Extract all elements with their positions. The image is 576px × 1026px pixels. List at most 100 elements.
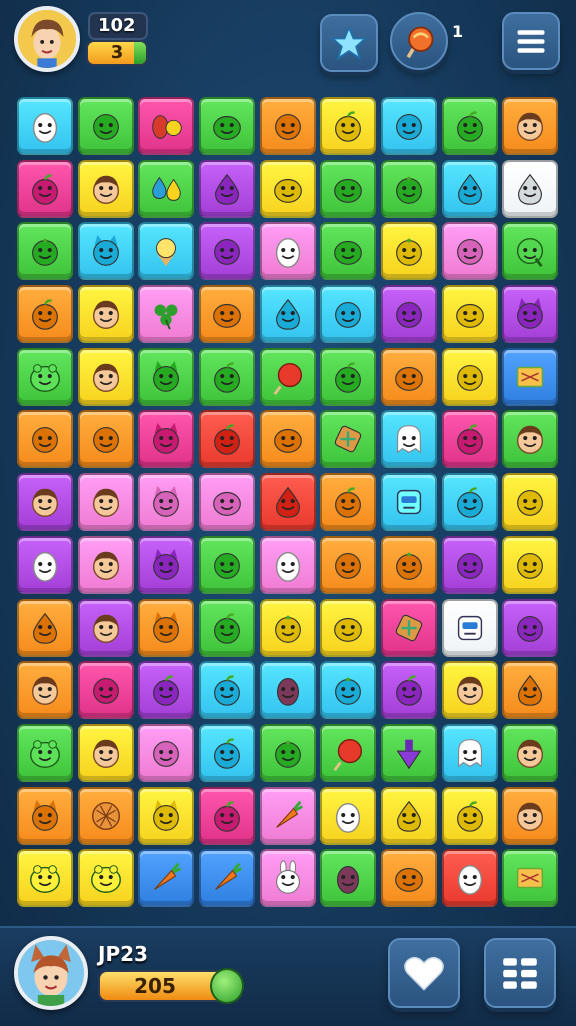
board-tile[interactable] xyxy=(77,347,134,406)
board-tile[interactable] xyxy=(441,598,498,657)
board-tile[interactable] xyxy=(199,849,255,908)
board-tile[interactable] xyxy=(502,347,559,406)
board-tile[interactable] xyxy=(502,285,559,344)
board-tile[interactable] xyxy=(17,473,73,532)
board-tile[interactable] xyxy=(17,723,73,782)
board-tile[interactable] xyxy=(502,786,559,845)
board-tile[interactable] xyxy=(502,598,559,657)
board-tile[interactable] xyxy=(320,222,377,281)
board-tile[interactable] xyxy=(77,786,134,845)
board-tile[interactable] xyxy=(199,410,255,469)
board-tile[interactable] xyxy=(17,285,73,344)
board-tile[interactable] xyxy=(320,786,377,845)
board-tile[interactable] xyxy=(320,473,377,532)
board-tile[interactable] xyxy=(259,535,316,594)
board-tile[interactable] xyxy=(17,535,73,594)
board-tile[interactable] xyxy=(441,410,498,469)
board-tile[interactable] xyxy=(320,849,377,908)
board-tile[interactable] xyxy=(138,347,195,406)
board-tile[interactable] xyxy=(17,598,73,657)
board-tile[interactable] xyxy=(320,598,377,657)
board-tile[interactable] xyxy=(502,97,559,155)
board-tile[interactable] xyxy=(138,410,195,469)
board-tile[interactable] xyxy=(17,849,73,908)
board-tile[interactable] xyxy=(138,598,195,657)
board-tile[interactable] xyxy=(259,347,316,406)
menu-button[interactable] xyxy=(502,12,560,70)
board-tile[interactable] xyxy=(259,849,316,908)
board-tile[interactable] xyxy=(17,347,73,406)
board-tile[interactable] xyxy=(441,159,498,218)
board-tile[interactable] xyxy=(320,159,377,218)
board-tile[interactable] xyxy=(441,849,498,908)
board-tile[interactable] xyxy=(320,347,377,406)
board-tile[interactable] xyxy=(259,661,316,720)
board-tile[interactable] xyxy=(259,222,316,281)
board-tile[interactable] xyxy=(441,786,498,845)
board-tile[interactable] xyxy=(77,473,134,532)
board-tile[interactable] xyxy=(199,786,255,845)
board-tile[interactable] xyxy=(381,347,437,406)
board-tile[interactable] xyxy=(138,97,195,155)
board-tile[interactable] xyxy=(199,661,255,720)
board-tile[interactable] xyxy=(17,786,73,845)
board-tile[interactable] xyxy=(320,535,377,594)
board-tile[interactable] xyxy=(441,97,498,155)
board-tile[interactable] xyxy=(77,410,134,469)
board-tile[interactable] xyxy=(138,849,195,908)
board-tile[interactable] xyxy=(138,222,195,281)
board-tile[interactable] xyxy=(441,661,498,720)
board-tile[interactable] xyxy=(77,661,134,720)
board-tile[interactable] xyxy=(199,723,255,782)
board-tile[interactable] xyxy=(138,786,195,845)
board-tile[interactable] xyxy=(17,410,73,469)
board-tile[interactable] xyxy=(17,661,73,720)
board-tile[interactable] xyxy=(199,159,255,218)
board-tile[interactable] xyxy=(138,473,195,532)
board-tile[interactable] xyxy=(381,159,437,218)
star-button[interactable] xyxy=(320,14,378,72)
board-tile[interactable] xyxy=(199,598,255,657)
board-tile[interactable] xyxy=(381,473,437,532)
player-avatar[interactable] xyxy=(14,6,80,72)
board-tile[interactable] xyxy=(77,598,134,657)
heart-button[interactable] xyxy=(388,938,460,1008)
board-tile[interactable] xyxy=(17,97,73,155)
board-tile[interactable] xyxy=(320,410,377,469)
board-tile[interactable] xyxy=(502,535,559,594)
board-tile[interactable] xyxy=(381,410,437,469)
board-tile[interactable] xyxy=(441,473,498,532)
board-tile[interactable] xyxy=(441,222,498,281)
board-tile[interactable] xyxy=(381,786,437,845)
grid-button[interactable] xyxy=(484,938,556,1008)
board-tile[interactable] xyxy=(138,535,195,594)
board-tile[interactable] xyxy=(77,723,134,782)
board-tile[interactable] xyxy=(77,222,134,281)
board-tile[interactable] xyxy=(138,159,195,218)
board-tile[interactable] xyxy=(441,285,498,344)
board-tile[interactable] xyxy=(320,661,377,720)
board-tile[interactable] xyxy=(259,97,316,155)
board-tile[interactable] xyxy=(259,159,316,218)
board-tile[interactable] xyxy=(17,159,73,218)
board-tile[interactable] xyxy=(502,723,559,782)
lollipop-button[interactable] xyxy=(390,12,448,70)
board-tile[interactable] xyxy=(502,849,559,908)
board-tile[interactable] xyxy=(77,285,134,344)
board-tile[interactable] xyxy=(199,473,255,532)
board-tile[interactable] xyxy=(199,285,255,344)
board-tile[interactable] xyxy=(381,598,437,657)
board-tile[interactable] xyxy=(138,661,195,720)
board-tile[interactable] xyxy=(320,285,377,344)
board-tile[interactable] xyxy=(381,535,437,594)
board-tile[interactable] xyxy=(259,598,316,657)
board-tile[interactable] xyxy=(502,410,559,469)
board-tile[interactable] xyxy=(138,285,195,344)
board-tile[interactable] xyxy=(77,849,134,908)
board-tile[interactable] xyxy=(381,849,437,908)
board-tile[interactable] xyxy=(502,661,559,720)
profile-avatar[interactable] xyxy=(14,936,88,1010)
board-tile[interactable] xyxy=(259,723,316,782)
board-tile[interactable] xyxy=(381,285,437,344)
board-tile[interactable] xyxy=(259,410,316,469)
